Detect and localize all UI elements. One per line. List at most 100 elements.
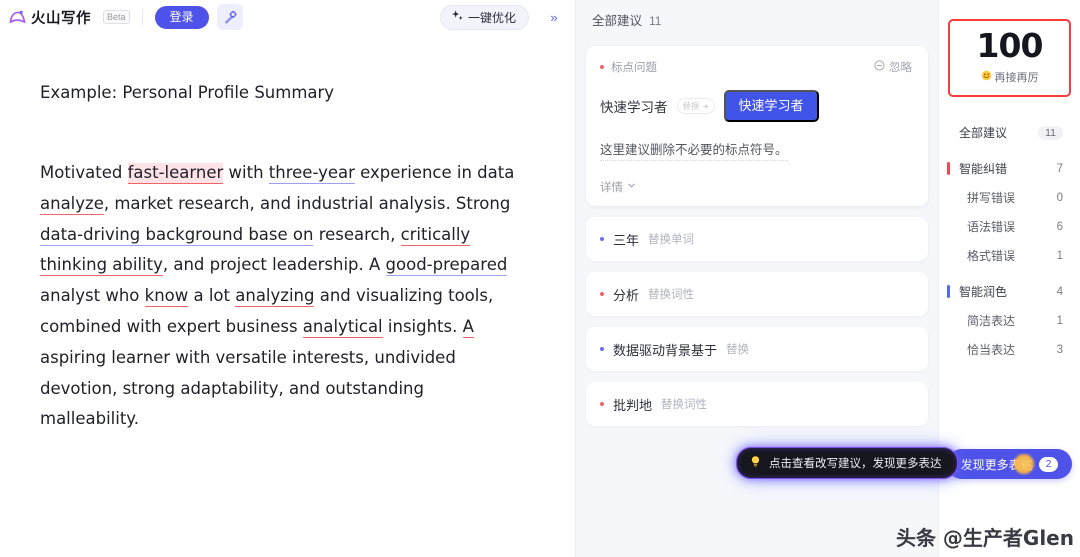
document-plain-span: aspiring learner with versatile interest… (40, 347, 456, 429)
click-highlight-icon (1013, 454, 1034, 474)
toolbar-divider (141, 9, 143, 25)
score-value: 100 (976, 26, 1044, 65)
sidebar-item-label: 全部建议 (959, 126, 1008, 140)
login-button[interactable]: 登录 (154, 5, 209, 29)
rewrite-tooltip: 点击查看改写建议，发现更多表达 (736, 447, 958, 479)
sidebar-item-appropriate-expression[interactable]: 恰当表达 3 (947, 335, 1072, 364)
document-marked-span[interactable]: analyze (40, 193, 104, 215)
sidebar-item-count: 1 (1056, 314, 1063, 327)
document-plain-span: analyst who (40, 286, 145, 306)
score-value-wrap: 100 (973, 26, 1046, 65)
severity-dot-icon (600, 402, 604, 406)
sidebar-item-label: 语法错误 (967, 220, 1016, 234)
sidebar-item-count: 1 (1056, 249, 1063, 262)
suggestion-row[interactable]: 批判地 替换词性 (586, 382, 928, 426)
sidebar-item-count: 11 (1038, 125, 1063, 140)
suggestion-row[interactable]: 三年 替换单词 (586, 217, 928, 261)
discover-more-button[interactable]: 发现更多表达 2 (947, 449, 1072, 479)
document-marked-span[interactable]: fast-learner (127, 163, 224, 184)
sidebar-item-count: 0 (1056, 191, 1063, 204)
sidebar-item-count: 4 (1056, 285, 1063, 298)
severity-dot-icon (600, 292, 604, 296)
document-plain-span: , market research, and industrial analys… (103, 193, 511, 213)
document-marked-span[interactable]: three-year (268, 163, 355, 184)
suggestion-row-kind: 替换词性 (661, 399, 708, 411)
suggestion-card-header: 标点问题 忽略 (600, 59, 912, 75)
app-logo[interactable]: 火山写作 (8, 7, 91, 28)
score-caption: 再接再厉 (950, 69, 1069, 85)
sidebar-item-spelling-error[interactable]: 拼写错误 0 (947, 183, 1072, 212)
suggestion-row[interactable]: 分析 替换词性 (586, 272, 928, 316)
ignore-button[interactable]: 忽略 (874, 59, 912, 75)
apply-replacement-button[interactable]: 快速学习者 (723, 90, 819, 122)
sidebar-item-label: 智能润色 (959, 285, 1008, 299)
category-nav: 全部建议 11 智能纠错 7 拼写错误 0 语法错误 6 格式错误 1 智能润色… (947, 118, 1072, 364)
arrow-pill-label: 替换 (682, 101, 700, 111)
document-marked-span[interactable]: good-prepared (385, 255, 508, 277)
document-marked-span[interactable]: analytical (302, 316, 383, 338)
document-marked-span[interactable]: data-driving background base on (40, 224, 314, 246)
score-caption-text: 再接再厉 (994, 72, 1039, 84)
editor-pane: 火山写作 Beta 登录 一键优化 » Example: Personal Pr… (0, 0, 576, 557)
optimize-label: 一键优化 (467, 10, 516, 25)
suggestions-pane: 全部建议 11 标点问题 忽略 快速学习者 替换 快速学习者 这里建议删除不必要… (576, 0, 958, 557)
suggestions-header: 全部建议 11 (576, 0, 938, 29)
category-accent-bar (947, 162, 950, 175)
lightbulb-icon (749, 455, 762, 471)
suggestion-details-toggle[interactable]: 详情 (600, 179, 912, 195)
sidebar-item-label: 拼写错误 (967, 191, 1016, 205)
suggestion-row-word: 三年 (613, 232, 640, 248)
editor-body[interactable]: Example: Personal Profile Summary Motiva… (0, 34, 575, 557)
discover-more-count: 2 (1038, 456, 1059, 472)
sidebar-item-grammar-error[interactable]: 语法错误 6 (947, 212, 1072, 241)
sidebar-item-format-error[interactable]: 格式错误 1 (947, 241, 1072, 270)
sidebar-item-concise-expression[interactable]: 简洁表达 1 (947, 306, 1072, 335)
sidebar-item-label: 恰当表达 (967, 343, 1016, 357)
score-card: 100 再接再厉 (948, 19, 1071, 97)
document-marked-span[interactable]: A (462, 316, 474, 338)
watermark: 头条 @生产者Glen (895, 526, 1074, 550)
document-title: Example: Personal Profile Summary (40, 83, 335, 102)
suggestion-row-kind: 替换单词 (648, 234, 695, 246)
document-plain-span: Motivated (40, 163, 128, 182)
document-text[interactable]: Motivated fast-learner with three-year e… (40, 158, 520, 435)
sidebar-item-smart-correction[interactable]: 智能纠错 7 (947, 154, 1072, 183)
severity-dot-icon (600, 65, 604, 69)
document-plain-span: with (223, 163, 269, 182)
suggestions-header-count: 11 (649, 14, 662, 28)
original-text: 快速学习者 (600, 100, 668, 115)
suggestion-row-word: 数据驱动背景基于 (613, 342, 718, 358)
app-logo-text: 火山写作 (31, 10, 91, 27)
sidebar-item-smart-polish[interactable]: 智能润色 4 (947, 277, 1072, 306)
document-plain-span: , and project leadership. A (162, 255, 386, 275)
category-accent-bar (947, 285, 950, 298)
one-click-optimize-button[interactable]: 一键优化 (439, 4, 529, 30)
suggestion-description: 这里建议删除不必要的标点符号。 (600, 141, 788, 161)
suggestion-row-word: 批判地 (613, 397, 653, 413)
suggestion-card-active[interactable]: 标点问题 忽略 快速学习者 替换 快速学习者 这里建议删除不必要的标点符号。 详… (586, 46, 928, 206)
suggestion-type: 标点问题 (600, 59, 657, 75)
sidebar-item-count: 6 (1056, 220, 1063, 233)
suggestion-row-kind: 替换 (726, 344, 750, 356)
document-marked-span[interactable]: know (144, 286, 189, 308)
editor-toolbar: 火山写作 Beta 登录 一键优化 » (0, 0, 575, 34)
ignore-label: 忽略 (889, 62, 912, 74)
document-marked-span[interactable]: analyzing (235, 286, 315, 308)
suggestions-header-label: 全部建议 (592, 14, 643, 28)
chevron-down-icon (627, 181, 636, 193)
severity-dot-icon (600, 237, 604, 241)
details-label: 详情 (600, 182, 623, 194)
severity-dot-icon (600, 347, 604, 351)
double-chevron-right-icon[interactable]: » (543, 6, 565, 28)
sparkle-icon (451, 9, 464, 25)
sidebar-item-count: 7 (1056, 162, 1063, 175)
suggestion-replacement-row: 快速学习者 替换 快速学习者 (600, 90, 912, 122)
app-root: 火山写作 Beta 登录 一键优化 » Example: Personal Pr… (0, 0, 1080, 557)
volcano-logo-icon (8, 7, 28, 27)
sidebar-item-all-suggestions[interactable]: 全部建议 11 (947, 118, 1072, 147)
suggestion-row-kind: 替换词性 (648, 289, 695, 301)
magic-wand-icon[interactable] (216, 4, 243, 30)
suggestion-row[interactable]: 数据驱动背景基于 替换 (586, 327, 928, 371)
